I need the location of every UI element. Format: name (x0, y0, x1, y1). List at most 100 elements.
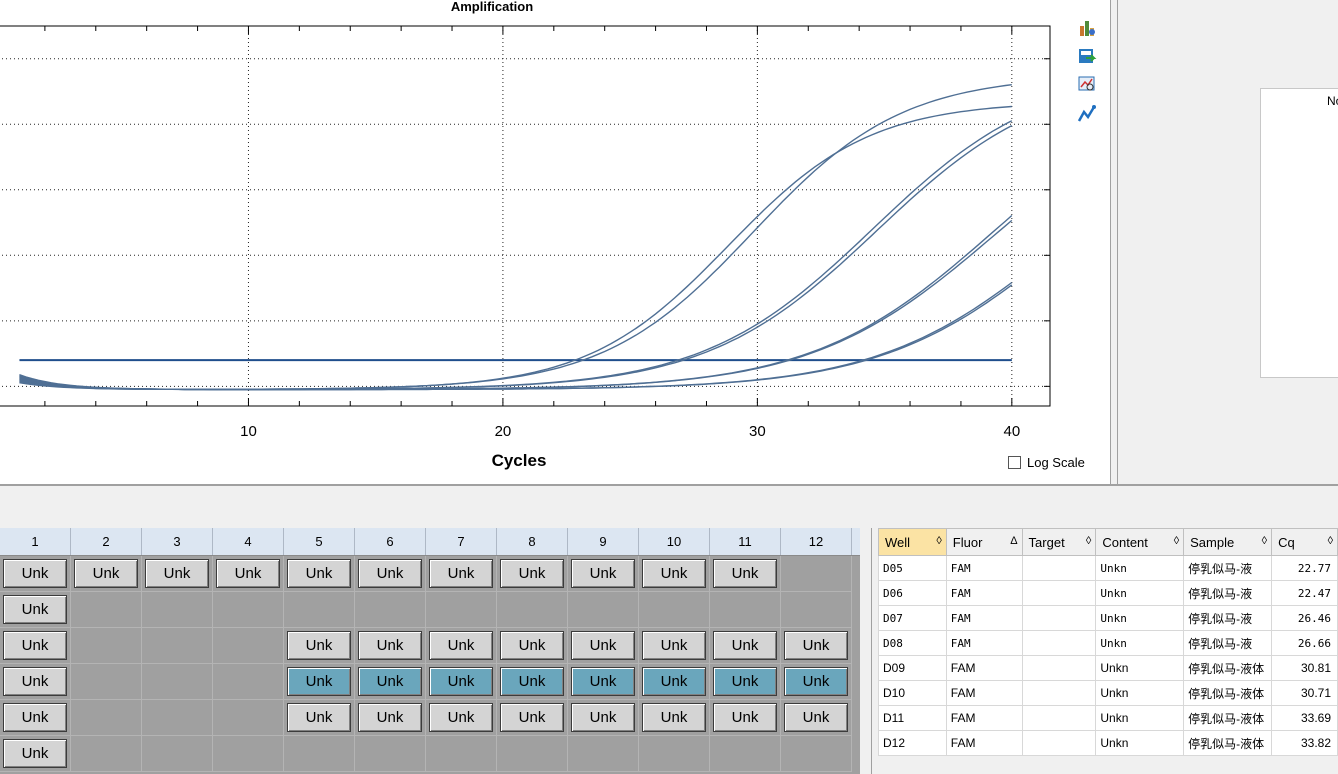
plate-well[interactable] (426, 592, 497, 628)
plate-well[interactable] (426, 736, 497, 772)
plate-well[interactable] (142, 700, 213, 736)
table-row[interactable]: D05 FAM Unkn 停乳似马-液 22.77 (878, 555, 1338, 581)
plate-well[interactable]: Unk (426, 700, 497, 736)
plate-well[interactable] (71, 736, 142, 772)
plate-well[interactable] (142, 664, 213, 700)
plate-well[interactable]: Unk (284, 700, 355, 736)
plate-well[interactable]: Unk (497, 628, 568, 664)
plate-column-1[interactable]: 1 (0, 528, 71, 555)
plate-column-5[interactable]: 5 (284, 528, 355, 555)
sort-icon[interactable]: ◊ (1262, 535, 1271, 547)
plate-well[interactable]: Unk (284, 556, 355, 592)
well-button[interactable]: Unk (358, 631, 422, 660)
well-button[interactable]: Unk (500, 703, 564, 732)
plate-well[interactable]: Unk (355, 664, 426, 700)
well-button[interactable]: Unk (713, 559, 777, 588)
plate-well[interactable] (142, 736, 213, 772)
plate-well[interactable] (284, 736, 355, 772)
copy-icon[interactable] (1076, 0, 1102, 10)
plate-well[interactable] (568, 736, 639, 772)
plate-well[interactable] (355, 592, 426, 628)
plate-column-7[interactable]: 7 (426, 528, 497, 555)
plate-well[interactable]: Unk (426, 628, 497, 664)
well-button[interactable]: Unk (642, 631, 706, 660)
plate-well[interactable]: Unk (0, 628, 71, 664)
plate-column-10[interactable]: 10 (639, 528, 710, 555)
plate-well[interactable]: Unk (568, 700, 639, 736)
plate-well[interactable] (781, 556, 852, 592)
plate-well[interactable] (213, 736, 284, 772)
column-header-cq[interactable]: Cq ◊ (1271, 528, 1338, 556)
plate-well[interactable] (284, 592, 355, 628)
well-button[interactable]: Unk (713, 667, 777, 696)
well-button[interactable]: Unk (784, 667, 848, 696)
sort-icon[interactable]: ◊ (936, 535, 945, 547)
column-header-fluor[interactable]: Fluor Δ (945, 528, 1023, 556)
plate-well[interactable] (142, 628, 213, 664)
well-button[interactable]: Unk (3, 739, 67, 768)
table-row[interactable]: D09 FAM Unkn 停乳似马-液体 30.81 (878, 655, 1338, 681)
well-button[interactable]: Unk (713, 631, 777, 660)
plate-well[interactable]: Unk (639, 556, 710, 592)
plate-well[interactable] (781, 592, 852, 628)
plate-well[interactable] (213, 628, 284, 664)
plate-column-6[interactable]: 6 (355, 528, 426, 555)
sort-icon[interactable]: ◊ (1174, 535, 1183, 547)
plate-column-11[interactable]: 11 (710, 528, 781, 555)
sort-icon[interactable]: Δ (1010, 535, 1021, 547)
plate-well[interactable]: Unk (71, 556, 142, 592)
plate-well[interactable] (497, 736, 568, 772)
plate-well[interactable]: Unk (781, 700, 852, 736)
well-button[interactable]: Unk (571, 667, 635, 696)
curve-icon[interactable] (1076, 104, 1102, 126)
plate-well[interactable] (213, 664, 284, 700)
sort-icon[interactable]: ◊ (1086, 535, 1095, 547)
plate-well[interactable] (497, 592, 568, 628)
column-header-target[interactable]: Target ◊ (1021, 528, 1097, 556)
chart-settings-icon[interactable] (1076, 18, 1102, 40)
plate-well[interactable]: Unk (355, 556, 426, 592)
plate-well[interactable]: Unk (426, 556, 497, 592)
plate-column-8[interactable]: 8 (497, 528, 568, 555)
plate-well[interactable] (710, 592, 781, 628)
plate-well[interactable]: Unk (213, 556, 284, 592)
well-button[interactable]: Unk (3, 703, 67, 732)
plate-well[interactable]: Unk (568, 556, 639, 592)
well-button[interactable]: Unk (642, 703, 706, 732)
well-button[interactable]: Unk (145, 559, 209, 588)
plate-well[interactable]: Unk (355, 700, 426, 736)
plate-well[interactable]: Unk (639, 628, 710, 664)
well-button[interactable]: Unk (642, 667, 706, 696)
well-button[interactable]: Unk (216, 559, 280, 588)
export-icon[interactable] (1076, 46, 1102, 68)
plate-well[interactable] (568, 592, 639, 628)
well-button[interactable]: Unk (358, 703, 422, 732)
log-scale-toggle[interactable]: Log Scale (1008, 455, 1085, 470)
well-button[interactable]: Unk (358, 667, 422, 696)
well-button[interactable]: Unk (784, 703, 848, 732)
plate-well[interactable]: Unk (0, 700, 71, 736)
well-button[interactable]: Unk (3, 595, 67, 624)
plate-well[interactable]: Unk (639, 664, 710, 700)
plate-well[interactable]: Unk (497, 556, 568, 592)
plate-well[interactable] (710, 736, 781, 772)
well-button[interactable]: Unk (287, 703, 351, 732)
plate-well[interactable]: Unk (497, 664, 568, 700)
bottom-splitter[interactable] (860, 528, 872, 774)
well-button[interactable]: Unk (784, 631, 848, 660)
table-row[interactable]: D11 FAM Unkn 停乳似马-液体 33.69 (878, 705, 1338, 731)
plate-well[interactable] (71, 628, 142, 664)
table-row[interactable]: D06 FAM Unkn 停乳似马-液 22.47 (878, 580, 1338, 606)
table-row[interactable]: D10 FAM Unkn 停乳似马-液体 30.71 (878, 680, 1338, 706)
table-row[interactable]: D07 FAM Unkn 停乳似马-液 26.46 (878, 605, 1338, 631)
plate-well[interactable] (213, 700, 284, 736)
plate-well[interactable]: Unk (568, 628, 639, 664)
plate-well[interactable] (781, 736, 852, 772)
well-button[interactable]: Unk (287, 559, 351, 588)
table-row[interactable]: D08 FAM Unkn 停乳似马-液 26.66 (878, 630, 1338, 656)
plate-well[interactable] (639, 736, 710, 772)
plate-well[interactable] (71, 664, 142, 700)
plate-well[interactable]: Unk (0, 592, 71, 628)
well-button[interactable]: Unk (642, 559, 706, 588)
plate-well[interactable]: Unk (284, 664, 355, 700)
